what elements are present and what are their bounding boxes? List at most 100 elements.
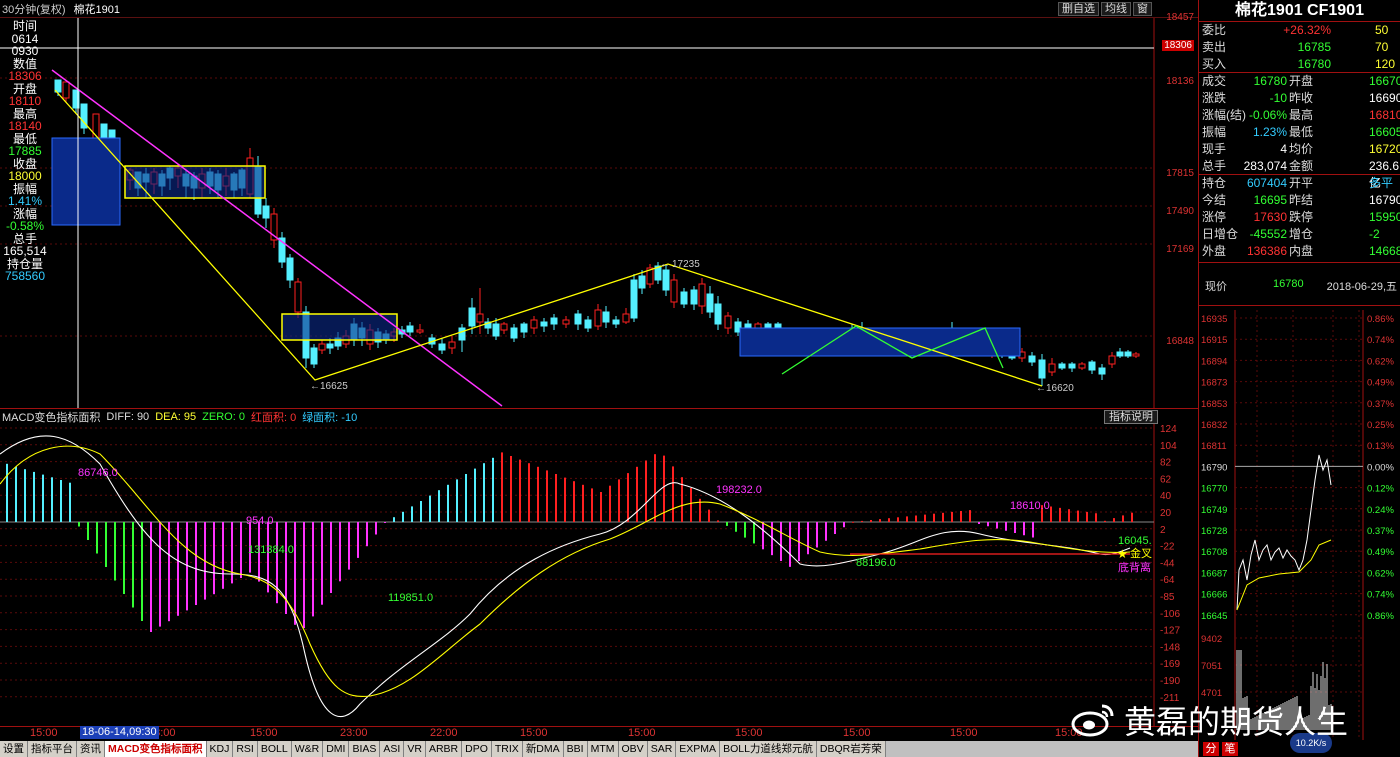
indicator-tab[interactable]: 资讯 <box>77 741 105 757</box>
quote-label: 卖出 <box>1202 40 1227 54</box>
candle-body <box>540 321 548 327</box>
macd-bar <box>195 522 197 605</box>
low-annotation-1: 16625 <box>320 381 348 392</box>
quote-row: 涨幅(结) -0.06% 最高 16810 <box>1199 107 1400 124</box>
intraday-chart[interactable]: 16935 16915 16894 16873 16853 16832 16811 16790… <box>1199 310 1400 740</box>
macd-bar <box>1023 522 1025 536</box>
macd-bar <box>1005 522 1007 531</box>
intraday-price-tick: 16873 <box>1201 378 1227 389</box>
indicator-tab[interactable]: BIAS <box>349 741 381 757</box>
macd-bar <box>996 522 998 529</box>
indicator-tab[interactable]: BBI <box>563 741 588 757</box>
macd-axis-tick: -22 <box>1160 542 1175 553</box>
indicator-tab[interactable]: ASI <box>380 741 405 757</box>
candle-body <box>1038 359 1046 379</box>
macd-bar <box>843 522 845 528</box>
indicator-tab[interactable]: DBQR岩芳荣 <box>816 741 886 757</box>
candle-body <box>724 315 732 329</box>
indicator-tab[interactable]: BOLL力道线郑元航 <box>720 741 817 757</box>
macd-chart[interactable]: 86746.0 954.0 131384.0 119851.0 198232.0… <box>0 424 1198 726</box>
intraday-percent-tick: 0.00% <box>1367 462 1394 473</box>
quote-row: 振幅 1.23% 最低 16605 <box>1199 124 1400 141</box>
macd-bar <box>717 520 719 522</box>
intraday-price-tick: 16749 <box>1201 505 1227 516</box>
window-button[interactable]: 窗 <box>1133 2 1152 16</box>
macd-bar <box>222 522 224 589</box>
macd-bar <box>393 517 395 522</box>
macd-bar <box>879 519 881 522</box>
candle-body <box>310 347 318 365</box>
indicator-tab[interactable]: DMI <box>323 741 350 757</box>
chart-title-bar: 30分钟(复权) 棉花1901 删自选 均线 窗 <box>0 0 1198 18</box>
info-item: -0.58% <box>5 219 45 233</box>
candle-body <box>1078 363 1086 369</box>
info-item: 18000 <box>8 169 42 183</box>
indicator-tab[interactable]: BOLL <box>257 741 292 757</box>
quote-label: 振幅 <box>1202 125 1227 139</box>
macd-bar <box>1068 509 1070 522</box>
quote-value: 16605 <box>1369 125 1400 139</box>
quote-value: -0.06% <box>1248 108 1287 122</box>
macd-title[interactable]: MACD变色指标面积 <box>2 409 100 425</box>
quote-row: 涨跌 -10 昨收 16690 <box>1199 90 1400 107</box>
quote-label: 今结 <box>1202 193 1227 207</box>
quote-label: 最高 <box>1289 108 1314 122</box>
indicator-tab[interactable]: 新DMA <box>522 741 564 757</box>
indicator-tab[interactable]: OBV <box>618 741 648 757</box>
remove-favorite-button[interactable]: 删自选 <box>1058 2 1099 16</box>
macd-diff: DIFF: 90 <box>106 410 150 423</box>
tick-tab[interactable]: 笔 <box>1222 742 1238 756</box>
macd-bar <box>528 463 530 522</box>
candle-body <box>550 317 558 325</box>
indicator-tab[interactable]: TRIX <box>491 741 523 757</box>
indicator-tab[interactable]: MTM <box>587 741 619 757</box>
indicator-tab[interactable]: DPO <box>462 741 492 757</box>
indicator-tab[interactable]: 设置 <box>0 741 28 757</box>
divider <box>1199 72 1400 73</box>
candle-body <box>1098 367 1106 375</box>
macd-bar <box>789 522 791 567</box>
indicator-tab[interactable]: EXPMA <box>676 741 721 757</box>
ma-button[interactable]: 均线 <box>1101 2 1131 16</box>
candle-body <box>574 313 582 325</box>
time-tick: 15:00 <box>843 727 871 739</box>
macd-bar <box>420 501 422 522</box>
macd-bar <box>114 522 116 581</box>
indicator-tab[interactable]: VR <box>404 741 426 757</box>
macd-bar <box>456 479 458 522</box>
macd-bar <box>672 466 674 522</box>
candle-body <box>1058 363 1066 369</box>
quote-label: 跌停 <box>1289 210 1314 224</box>
indicator-help-button[interactable]: 指标说明 <box>1104 410 1158 424</box>
quote-label: 日增仓 <box>1202 227 1239 241</box>
indicator-tab[interactable]: MACD变色指标面积 <box>105 741 207 757</box>
intraday-price-tick: 16708 <box>1201 547 1227 558</box>
candle-body <box>448 341 456 349</box>
minute-tab[interactable]: 分 <box>1203 742 1219 756</box>
candlestick-chart[interactable]: 17235 16625 16620 ← ← ← <box>0 18 1198 408</box>
indicator-tab[interactable]: RSI <box>233 741 258 757</box>
quote-label: 增仓 <box>1289 227 1314 241</box>
macd-area-label: 86746.0 <box>78 467 118 479</box>
macd-bar <box>6 463 8 522</box>
macd-area-label: 88196.0 <box>856 557 896 569</box>
indicator-tab[interactable]: SAR <box>647 741 677 757</box>
watermark-text: 黄磊的期货人生 <box>1124 704 1349 740</box>
macd-bar <box>15 466 17 522</box>
indicator-tab[interactable]: W&R <box>291 741 324 757</box>
candle-body <box>318 343 326 351</box>
indicator-tab[interactable]: KDJ <box>206 741 234 757</box>
drawn-annotations <box>0 18 1154 408</box>
macd-axis-tick: 62 <box>1160 474 1172 485</box>
macd-bar <box>60 480 62 522</box>
period-label[interactable]: 30分钟(复权) <box>2 1 66 17</box>
indicator-tab[interactable]: ARBR <box>425 741 463 757</box>
macd-area-label: 18610.0 <box>1010 500 1050 512</box>
quote-value: +26.32% <box>1283 23 1331 37</box>
macd-bar <box>402 511 404 522</box>
indicator-tab[interactable]: 指标平台 <box>28 741 77 757</box>
quote-label: 委比 <box>1202 23 1227 37</box>
candle-body <box>698 283 706 307</box>
intraday-price-tick: 16894 <box>1201 356 1227 367</box>
quote-value: 4 <box>1280 142 1287 156</box>
